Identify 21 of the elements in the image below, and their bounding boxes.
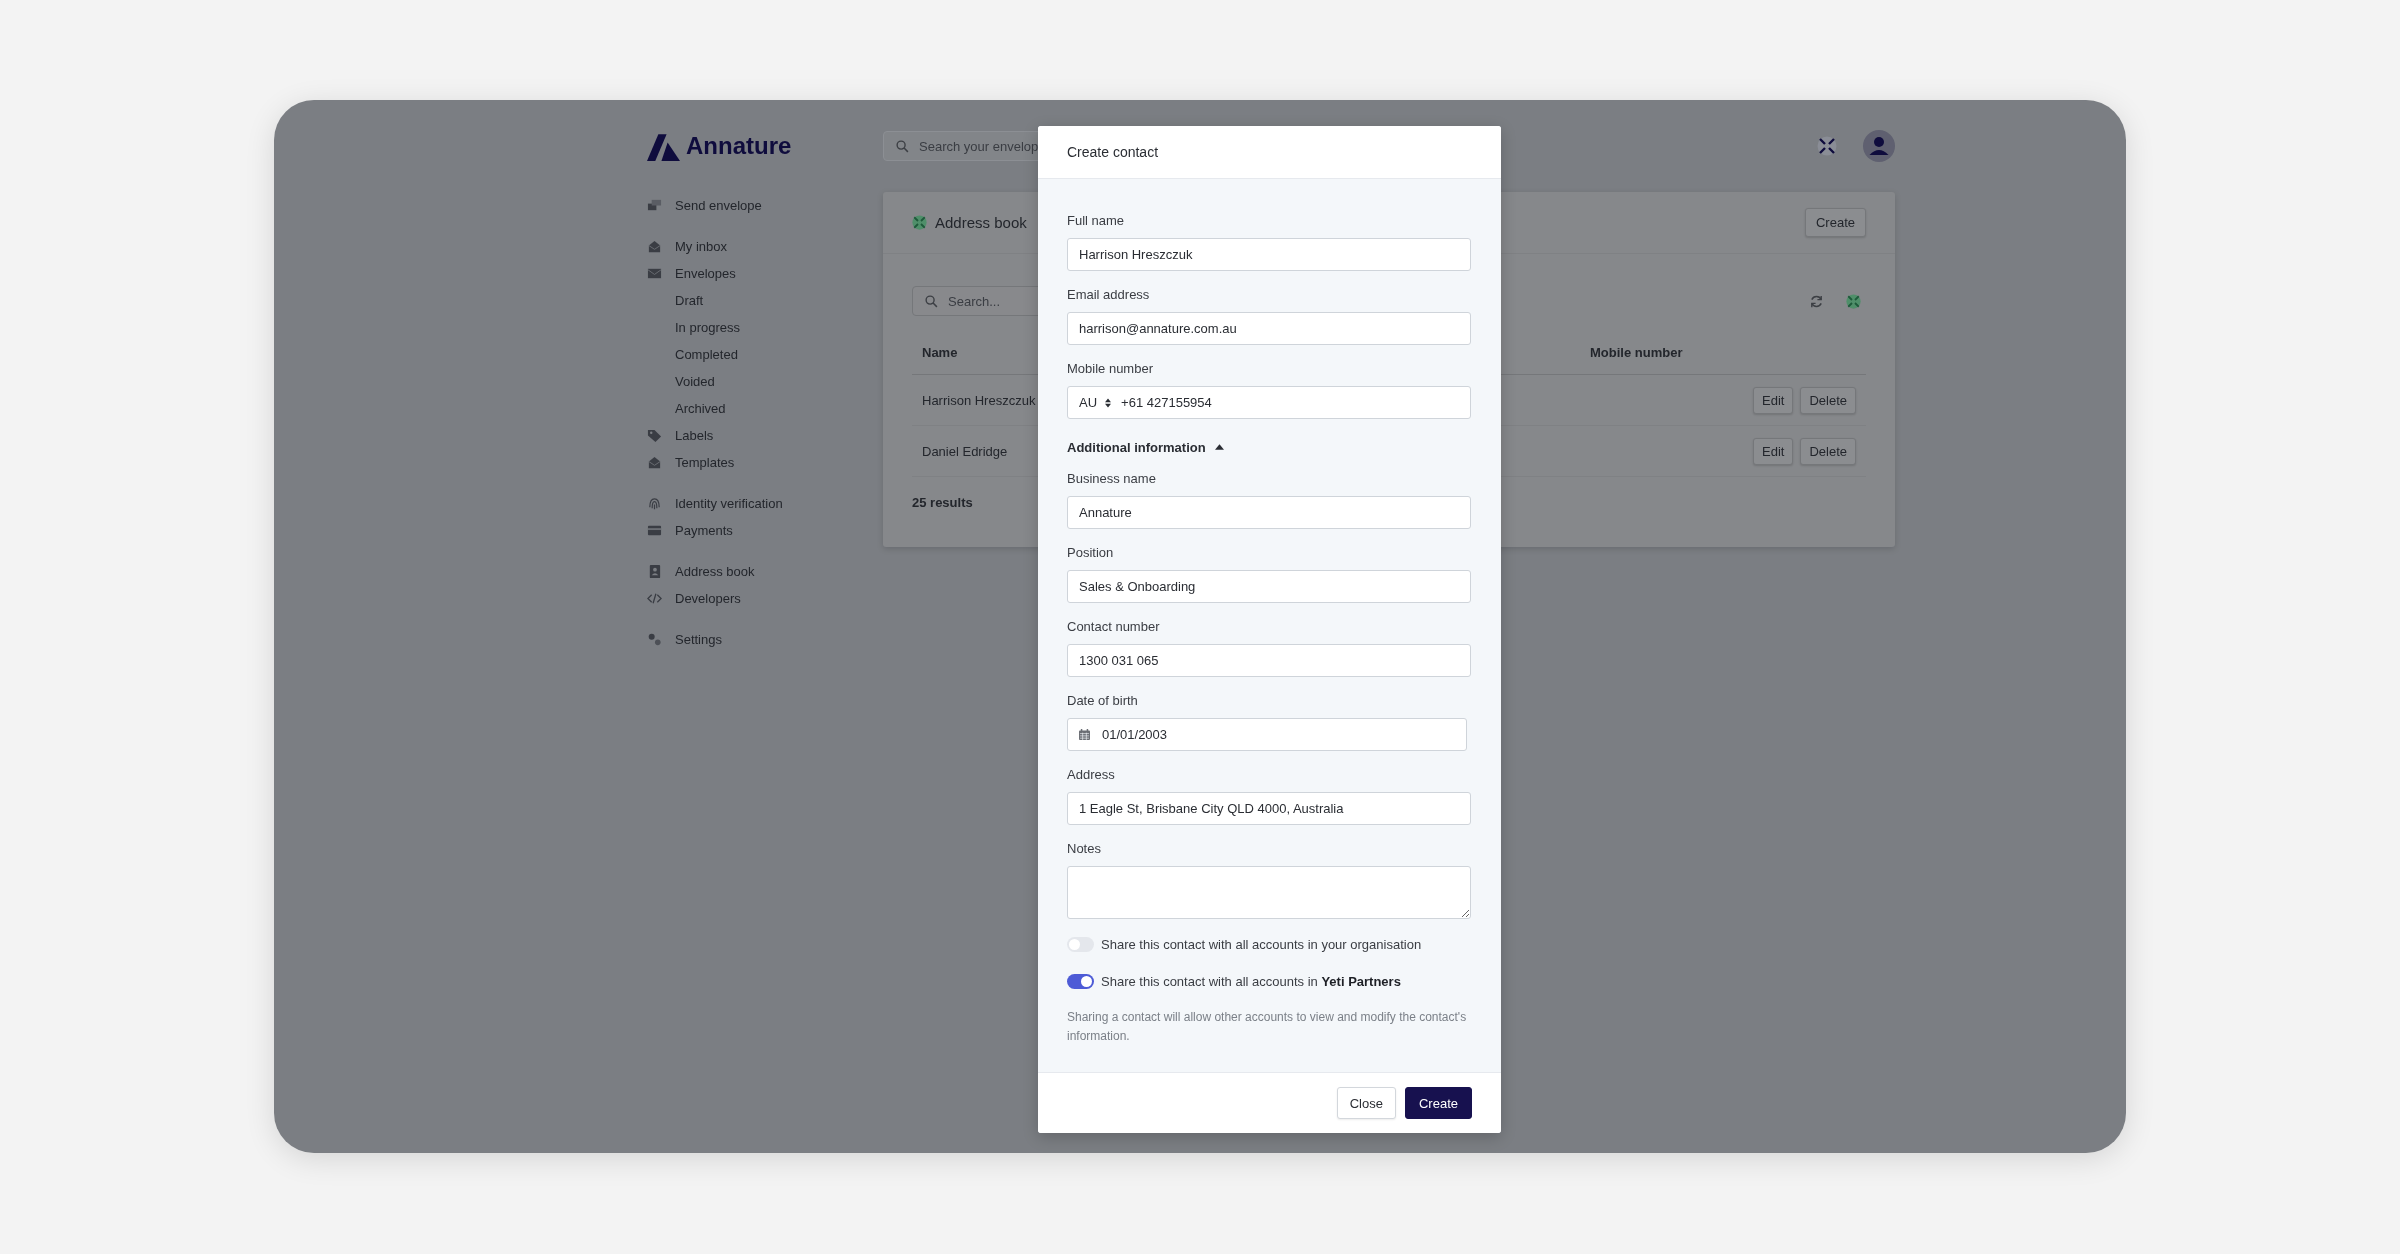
field-label: Date of birth [1067, 692, 1139, 710]
field-label: Address [1067, 766, 1116, 784]
dialog-title: Create contact [1067, 144, 1159, 160]
field-label: Full name [1067, 212, 1126, 230]
field-label: Position [1067, 544, 1115, 562]
logo-text: Annature [686, 132, 792, 160]
search-placeholder: Search... [948, 293, 1001, 309]
table-cell: Harrison Hreszczuk [922, 392, 1036, 408]
field-label: Mobile number [1067, 360, 1154, 378]
column-header: Mobile number [1590, 344, 1683, 360]
field-label: Notes [1067, 840, 1102, 858]
panel-title: Address book [935, 214, 1027, 231]
toggle-label: Share this contact with all accounts in Yeti Partners [1101, 973, 1401, 989]
search-placeholder: Search your envelop [919, 138, 1039, 154]
results-count: 25 results [912, 495, 973, 510]
table-cell: Daniel Edridge [922, 443, 1008, 459]
help-text: Sharing a contact will allow other accounts to view and modify the contact's information. [1067, 1009, 1467, 1045]
column-header: Name [921, 344, 958, 360]
field-label: Contact number [1067, 618, 1161, 636]
toggle-label: Share this contact with all accounts in your organisation [1101, 936, 1422, 952]
field-label: Business name [1067, 470, 1157, 488]
